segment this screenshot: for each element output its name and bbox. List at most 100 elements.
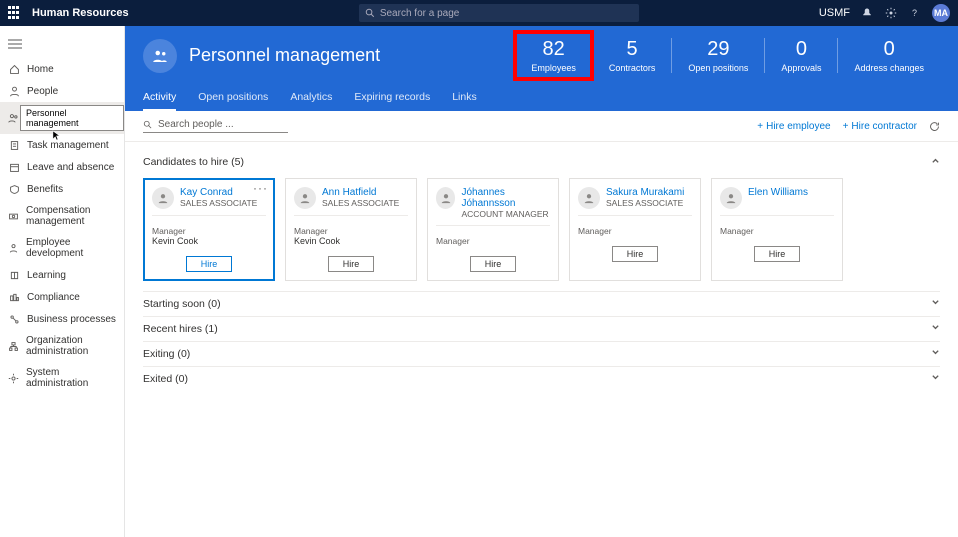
sidebar-item-empdev[interactable]: Employee development	[0, 232, 124, 264]
hire-employee-button[interactable]: +Hire employee	[757, 121, 830, 132]
sidebar-item-label: Learning	[27, 270, 66, 281]
stat-open-positions[interactable]: 29 Open positions	[671, 38, 764, 73]
company-code[interactable]: USMF	[819, 7, 850, 19]
candidate-role: ACCOUNT MANAGER	[461, 209, 550, 219]
section-recent-header[interactable]: Recent hires (1)	[143, 316, 940, 341]
candidate-role: SALES ASSOCIATE	[606, 198, 684, 208]
sidebar-item-label: System administration	[26, 367, 116, 389]
sidebar-item-label: Compensation management	[26, 205, 116, 227]
app-launcher-icon[interactable]	[8, 6, 22, 20]
tabs: Activity Open positions Analytics Expiri…	[143, 91, 940, 111]
workspace-icon	[143, 39, 177, 73]
hire-button[interactable]: Hire	[328, 256, 375, 272]
stat-approvals[interactable]: 0 Approvals	[764, 38, 837, 73]
sidebar-item-sysadmin[interactable]: System administration	[0, 362, 124, 394]
search-icon	[365, 8, 375, 18]
candidate-card[interactable]: Elen WilliamsManagerHire	[711, 178, 843, 281]
hire-contractor-button[interactable]: +Hire contractor	[843, 121, 917, 132]
sidebar-item-orgadmin[interactable]: Organization administration	[0, 330, 124, 362]
hire-button[interactable]: Hire	[470, 256, 517, 272]
sidebar-item-label: Organization administration	[26, 335, 116, 357]
hire-button[interactable]: Hire	[754, 246, 801, 262]
stats: 82 Employees 5 Contractors 29 Open posit…	[515, 38, 940, 73]
hire-button[interactable]: Hire	[612, 246, 659, 262]
stat-address-changes[interactable]: 0 Address changes	[837, 38, 940, 73]
bell-icon[interactable]	[860, 6, 874, 20]
sidebar-item-bizproc[interactable]: Business processes	[0, 308, 124, 330]
sidebar-tooltip: Personnel management	[20, 105, 124, 131]
section-starting-header[interactable]: Starting soon (0)	[143, 291, 940, 316]
refresh-button[interactable]	[929, 121, 940, 132]
sidebar-item-learning[interactable]: Learning	[0, 264, 124, 286]
candidate-card[interactable]: ···Kay ConradSALES ASSOCIATE ManagerKevin…	[143, 178, 275, 281]
growth-icon	[8, 242, 19, 254]
stat-contractors[interactable]: 5 Contractors	[592, 38, 672, 73]
gear-icon[interactable]	[884, 6, 898, 20]
manager-label: Manager	[436, 236, 550, 246]
avatar-icon	[294, 187, 316, 209]
money-icon	[8, 210, 19, 222]
sidebar-item-label: Task management	[27, 140, 109, 151]
chevron-up-icon	[931, 156, 940, 168]
svg-text:?: ?	[912, 8, 917, 18]
sidebar-item-home[interactable]: Home	[0, 58, 124, 80]
benefits-icon	[8, 183, 20, 195]
chevron-down-icon	[931, 373, 940, 385]
people-icon	[8, 85, 20, 97]
manager-label: Manager	[578, 226, 692, 236]
sidebar-item-label: Home	[27, 64, 54, 75]
plus-icon: +	[757, 121, 763, 132]
hamburger-icon[interactable]	[0, 32, 124, 58]
chevron-down-icon	[931, 348, 940, 360]
sidebar-item-label: Compliance	[27, 292, 80, 303]
candidate-card[interactable]: Sakura MurakamiSALES ASSOCIATE Manager Hir…	[569, 178, 701, 281]
plus-icon: +	[843, 121, 849, 132]
search-people-input[interactable]: Search people ...	[143, 119, 288, 133]
sidebar-item-label: Business processes	[27, 314, 116, 325]
book-icon	[8, 269, 20, 281]
manager-label: Manager	[294, 226, 408, 236]
calendar-icon	[8, 161, 20, 173]
global-search[interactable]: Search for a page	[359, 4, 639, 22]
avatar-icon	[578, 187, 600, 209]
personnel-icon	[8, 112, 19, 124]
manager-label: Manager	[152, 226, 266, 236]
candidate-role: SALES ASSOCIATE	[180, 198, 257, 208]
tab-analytics[interactable]: Analytics	[290, 91, 332, 111]
sidebar-item-benefits[interactable]: Benefits	[0, 178, 124, 200]
content: Personnel management 82 Employees 5 Cont…	[125, 26, 958, 537]
avatar-icon	[436, 187, 455, 209]
sidebar-item-compliance[interactable]: Compliance	[0, 286, 124, 308]
sidebar-item-leave[interactable]: Leave and absence	[0, 156, 124, 178]
avatar-icon	[720, 187, 742, 209]
section-candidates-header[interactable]: Candidates to hire (5)	[143, 150, 940, 174]
hero: Personnel management 82 Employees 5 Cont…	[125, 26, 958, 111]
sidebar-item-label: Leave and absence	[27, 162, 114, 173]
chevron-down-icon	[931, 323, 940, 335]
candidate-name: Jóhannes Jóhannsson	[461, 187, 550, 209]
candidate-name: Sakura Murakami	[606, 187, 684, 198]
more-icon[interactable]: ···	[253, 185, 268, 191]
avatar-icon	[152, 187, 174, 209]
section-exiting-header[interactable]: Exiting (0)	[143, 341, 940, 366]
tab-expiring[interactable]: Expiring records	[354, 91, 430, 111]
tab-activity[interactable]: Activity	[143, 91, 176, 111]
sidebar-item-people[interactable]: People	[0, 80, 124, 102]
tab-open-positions[interactable]: Open positions	[198, 91, 268, 111]
tab-links[interactable]: Links	[452, 91, 477, 111]
hire-button[interactable]: Hire	[186, 256, 233, 272]
stat-employees[interactable]: 82 Employees	[515, 38, 592, 73]
section-exited-header[interactable]: Exited (0)	[143, 366, 940, 391]
manager-value: Kevin Cook	[152, 236, 266, 246]
user-avatar[interactable]: MA	[932, 4, 950, 22]
sidebar-item-comp[interactable]: Compensation management	[0, 200, 124, 232]
sidebar: Home People Personnel management Task ma…	[0, 26, 125, 537]
candidate-name: Kay Conrad	[180, 187, 257, 198]
candidate-card[interactable]: Jóhannes JóhannssonACCOUNT MANAGER Manage…	[427, 178, 559, 281]
wrench-icon	[8, 372, 19, 384]
candidate-role: SALES ASSOCIATE	[322, 198, 399, 208]
candidate-card[interactable]: Ann HatfieldSALES ASSOCIATEManagerKevin …	[285, 178, 417, 281]
help-icon[interactable]: ?	[908, 6, 922, 20]
candidate-cards: ···Kay ConradSALES ASSOCIATEManagerKevin…	[143, 174, 940, 291]
topbar: Human Resources Search for a page USMF ?…	[0, 0, 958, 26]
